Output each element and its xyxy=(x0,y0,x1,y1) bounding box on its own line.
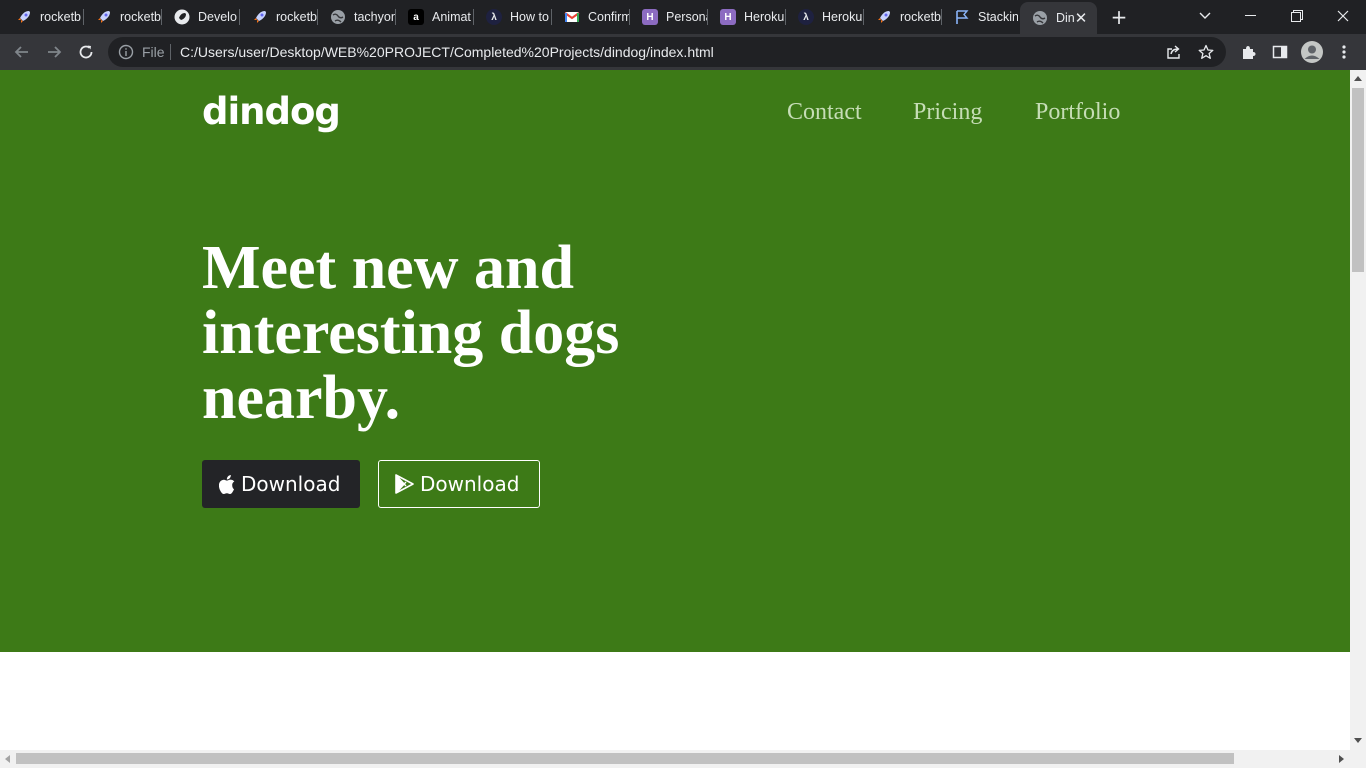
minimize-icon[interactable] xyxy=(1228,0,1274,32)
kebab-menu-icon[interactable] xyxy=(1330,38,1358,66)
play-store-icon xyxy=(395,474,414,494)
lambda-icon: λ xyxy=(798,9,814,25)
forward-arrow-icon[interactable] xyxy=(40,38,68,66)
reload-icon[interactable] xyxy=(72,38,100,66)
play-store-download-button[interactable]: Download xyxy=(378,460,540,508)
browser-toolbar: File C:/Users/user/Desktop/WEB%20PROJECT… xyxy=(0,34,1366,70)
close-tab-icon[interactable]: ✕ xyxy=(1073,10,1089,26)
tab-label: Animat xyxy=(432,10,471,24)
brand-logo[interactable]: dindog xyxy=(202,90,341,133)
tab-search-chevron-icon[interactable] xyxy=(1182,0,1228,32)
tab-label: rocketb xyxy=(120,10,161,24)
tab-label: Persona xyxy=(666,10,708,24)
tab-label: Stackin xyxy=(978,10,1018,24)
tab-label: rocketb xyxy=(276,10,317,24)
scroll-right-arrow-icon[interactable] xyxy=(1339,755,1344,763)
tab-label: Confirm xyxy=(588,10,630,24)
rocket-icon xyxy=(252,9,268,25)
tab-label: rocketb xyxy=(900,10,941,24)
gmail-icon xyxy=(564,9,580,25)
rocket-icon xyxy=(96,9,112,25)
apple-download-button[interactable]: Download xyxy=(202,460,360,508)
info-icon[interactable] xyxy=(118,44,134,64)
play-download-label: Download xyxy=(420,472,520,496)
browser-tab[interactable]: tachyon xyxy=(318,0,396,34)
browser-tab[interactable]: Develo xyxy=(162,0,240,34)
tab-label: Heroku xyxy=(822,10,863,24)
rocket-icon xyxy=(876,9,892,25)
a-icon: a xyxy=(408,9,424,25)
url-scheme-label: File xyxy=(142,44,165,60)
flag-icon xyxy=(954,9,970,25)
browser-tab[interactable]: λ How to xyxy=(474,0,552,34)
scroll-left-arrow-icon[interactable] xyxy=(5,755,10,763)
browser-tab[interactable]: λ Heroku xyxy=(786,0,864,34)
close-window-icon[interactable] xyxy=(1320,0,1366,32)
restore-icon[interactable] xyxy=(1274,0,1320,32)
tab-label: rocketb xyxy=(40,10,81,24)
apple-icon xyxy=(219,474,235,494)
lambda-icon: λ xyxy=(486,9,502,25)
rocket-dark-icon xyxy=(174,9,190,25)
tab-label: How to xyxy=(510,10,549,24)
vertical-scrollbar[interactable] xyxy=(1350,70,1366,750)
browser-tab[interactable]: H Heroku xyxy=(708,0,786,34)
browser-tab-active[interactable]: Din ✕ xyxy=(1020,2,1097,34)
new-tab-button[interactable]: + xyxy=(1108,6,1130,28)
browser-tab[interactable]: H Persona xyxy=(630,0,708,34)
nav-link-pricing[interactable]: Pricing xyxy=(913,99,982,126)
browser-tab[interactable]: rocketb xyxy=(4,0,84,34)
globe-icon xyxy=(1032,10,1048,26)
heroku-icon: H xyxy=(720,9,736,25)
browser-tab[interactable]: rocketb xyxy=(240,0,318,34)
horizontal-scrollbar[interactable] xyxy=(0,750,1366,768)
tab-strip: rocketb rocketb Develo rocketb tachyon a… xyxy=(0,0,1366,34)
browser-tab[interactable]: rocketb xyxy=(864,0,942,34)
profile-avatar[interactable] xyxy=(1298,38,1326,66)
nav-link-portfolio[interactable]: Portfolio xyxy=(1035,99,1120,126)
tab-label: tachyon xyxy=(354,10,396,24)
tab-label: Heroku xyxy=(744,10,785,24)
rocket-icon xyxy=(16,9,32,25)
hero-headline: Meet new and interesting dogs nearby. xyxy=(202,234,620,432)
heroku-icon: H xyxy=(642,9,658,25)
browser-tab[interactable]: Stackin xyxy=(942,0,1018,34)
extensions-puzzle-icon[interactable] xyxy=(1234,38,1262,66)
browser-tab[interactable]: rocketb xyxy=(84,0,162,34)
scroll-up-arrow-icon[interactable] xyxy=(1354,76,1362,81)
globe-icon xyxy=(330,9,346,25)
back-arrow-icon[interactable] xyxy=(8,38,36,66)
hero-section: dindog Contact Pricing Portfolio Meet ne… xyxy=(0,70,1350,652)
bookmark-star-icon[interactable] xyxy=(1198,44,1214,64)
url-text[interactable]: C:/Users/user/Desktop/WEB%20PROJECT/Comp… xyxy=(180,44,714,60)
page-viewport: dindog Contact Pricing Portfolio Meet ne… xyxy=(0,70,1350,750)
address-bar[interactable]: File C:/Users/user/Desktop/WEB%20PROJECT… xyxy=(108,37,1226,67)
vertical-scroll-thumb[interactable] xyxy=(1352,88,1364,272)
nav-link-contact[interactable]: Contact xyxy=(787,99,862,126)
apple-download-label: Download xyxy=(241,472,341,496)
share-icon[interactable] xyxy=(1166,44,1182,64)
browser-tab[interactable]: a Animat xyxy=(396,0,474,34)
scroll-down-arrow-icon[interactable] xyxy=(1354,738,1362,743)
side-panel-icon[interactable] xyxy=(1266,38,1294,66)
horizontal-scroll-thumb[interactable] xyxy=(16,753,1234,764)
tab-label: Develo xyxy=(198,10,237,24)
browser-tab[interactable]: Confirm xyxy=(552,0,630,34)
